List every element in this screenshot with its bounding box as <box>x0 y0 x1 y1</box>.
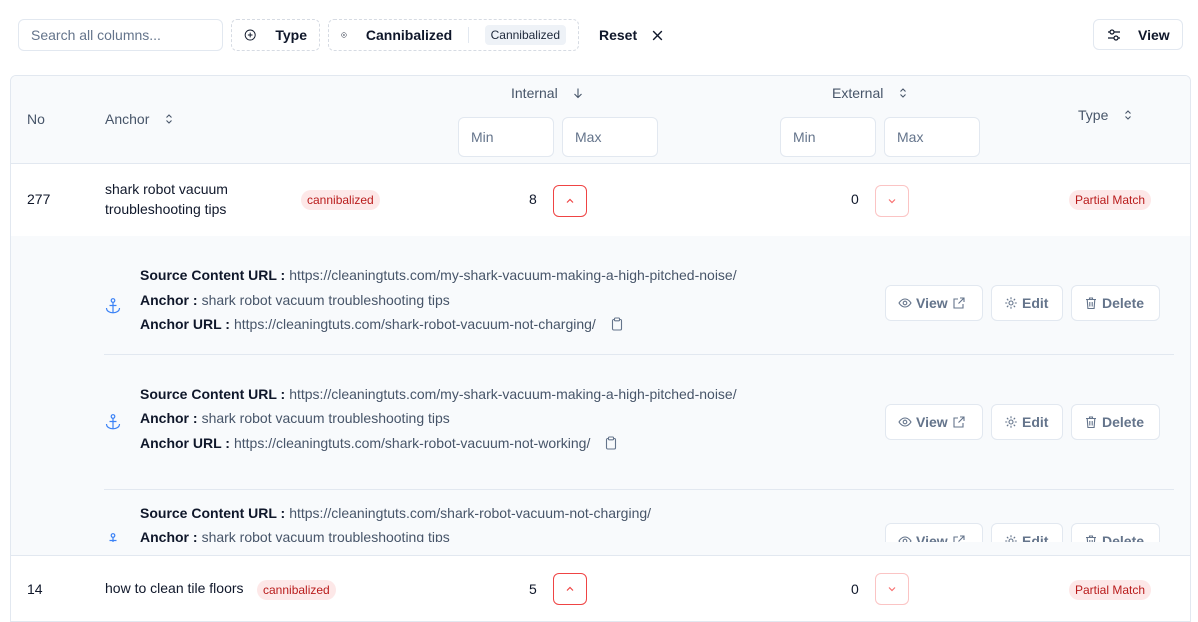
close-icon <box>652 30 663 40</box>
anchor-url-line: Anchor URL : https://cleaningtuts.com/sh… <box>140 316 624 332</box>
anchor-text-line: Anchor : shark robot vacuum troubleshoot… <box>140 529 450 542</box>
external-link-icon <box>953 416 965 428</box>
row-anchor: shark robot vacuum troubleshooting tips <box>105 181 228 217</box>
external-count: 0 <box>851 581 859 597</box>
chevron-down-icon <box>888 587 896 592</box>
internal-count: 8 <box>529 191 537 207</box>
sort-icon <box>166 114 173 124</box>
external-expand-button[interactable] <box>875 573 909 605</box>
column-header-no: No <box>27 111 45 127</box>
source-url[interactable]: https://cleaningtuts.com/my-shark-vacuum… <box>289 386 736 402</box>
cannibalized-filter-button[interactable]: Cannibalized Cannibalized <box>328 19 579 51</box>
external-count: 0 <box>851 191 859 207</box>
source-url-line: Source Content URL : https://cleaningtut… <box>140 505 652 521</box>
edit-link-button[interactable]: Edit <box>991 285 1063 321</box>
column-header-type[interactable]: Type <box>1078 107 1134 123</box>
type-filter-label: Type <box>275 27 307 43</box>
anchor-url[interactable]: https://cleaningtuts.com/shark-robot-vac… <box>234 316 596 332</box>
table-row[interactable]: 14 how to clean tile floors cannibalized… <box>11 556 1190 622</box>
source-url[interactable]: https://cleaningtuts.com/shark-robot-vac… <box>289 505 651 521</box>
internal-max-input[interactable] <box>562 117 658 157</box>
eye-icon <box>898 536 912 542</box>
source-url[interactable]: https://cleaningtuts.com/my-shark-vacuum… <box>289 267 736 283</box>
delete-link-button[interactable]: Delete <box>1071 523 1160 542</box>
edit-link-button[interactable]: Edit <box>991 404 1063 440</box>
table-header: No Anchor Internal External Type <box>11 76 1190 164</box>
column-header-anchor[interactable]: Anchor <box>105 111 175 127</box>
internal-expand-button[interactable] <box>553 573 587 605</box>
view-options-label: View <box>1138 26 1170 43</box>
eye-icon <box>898 298 912 308</box>
plus-circle-icon <box>341 32 347 38</box>
anchor-text-line: Anchor : shark robot vacuum troubleshoot… <box>140 292 450 308</box>
external-link-icon <box>953 535 965 542</box>
cannibalized-filter-label: Cannibalized <box>365 27 453 43</box>
delete-link-button[interactable]: Delete <box>1071 404 1160 440</box>
arrow-down-icon <box>573 88 582 99</box>
external-expand-button[interactable] <box>875 185 909 217</box>
anchor-icon <box>105 414 121 430</box>
row-number: 277 <box>27 191 51 207</box>
clipboard-icon[interactable] <box>604 436 618 450</box>
anchor-icon <box>105 298 121 314</box>
eye-icon <box>898 417 912 427</box>
expanded-links-panel: Source Content URL : https://cleaningtut… <box>11 236 1190 556</box>
toolbar: Type Cannibalized Cannibalized Reset Vie… <box>0 0 1198 70</box>
external-link-icon <box>953 297 965 309</box>
sliders-icon <box>1108 28 1120 41</box>
view-options-button[interactable]: View <box>1093 19 1183 50</box>
anchor-url[interactable]: https://cleaningtuts.com/shark-robot-vac… <box>234 435 590 451</box>
source-url-line: Source Content URL : https://cleaningtut… <box>140 267 737 283</box>
type-filter-button[interactable]: Type <box>231 19 320 51</box>
column-header-internal[interactable]: Internal <box>511 85 584 101</box>
anchor-icon <box>109 533 117 542</box>
gear-icon <box>1005 416 1017 428</box>
trash-icon <box>1086 416 1096 429</box>
view-link-button[interactable]: View <box>885 523 983 542</box>
chevron-up-icon <box>566 198 574 203</box>
internal-count: 5 <box>529 581 537 597</box>
list-item: Source Content URL : https://cleaningtut… <box>104 236 1174 355</box>
sort-icon <box>900 88 907 98</box>
internal-min-input[interactable] <box>458 117 554 157</box>
links-list[interactable]: Source Content URL : https://cleaningtut… <box>88 236 1190 542</box>
reset-button[interactable]: Reset <box>587 19 676 51</box>
sort-icon <box>1125 110 1132 120</box>
links-table: No Anchor Internal External Type 277 sha… <box>10 75 1191 622</box>
edit-link-button[interactable]: Edit <box>991 523 1063 542</box>
chevron-up-icon <box>566 586 574 591</box>
trash-icon <box>1086 535 1096 542</box>
source-url-line: Source Content URL : https://cleaningtut… <box>140 386 737 402</box>
selected-filter-chip: Cannibalized <box>484 25 566 45</box>
cannibalized-badge: cannibalized <box>257 580 336 600</box>
type-badge: Partial Match <box>1069 580 1152 600</box>
search-input[interactable] <box>18 19 223 51</box>
gear-icon <box>1005 297 1017 309</box>
cannibalized-badge: cannibalized <box>301 190 380 210</box>
list-item: Source Content URL : https://cleaningtut… <box>104 371 1174 490</box>
delete-link-button[interactable]: Delete <box>1071 285 1160 321</box>
list-item: Source Content URL : https://cleaningtut… <box>104 490 1174 542</box>
trash-icon <box>1086 297 1096 310</box>
type-badge: Partial Match <box>1069 190 1152 210</box>
anchor-text-line: Anchor : shark robot vacuum troubleshoot… <box>140 410 450 426</box>
anchor-url-line: Anchor URL : https://cleaningtuts.com/sh… <box>140 435 618 451</box>
gear-icon <box>1005 535 1017 542</box>
external-max-input[interactable] <box>884 117 980 157</box>
row-anchor: how to clean tile floors <box>105 580 244 596</box>
chevron-down-icon <box>888 199 896 204</box>
reset-label: Reset <box>599 27 638 43</box>
clipboard-icon[interactable] <box>610 317 624 331</box>
view-link-button[interactable]: View <box>885 404 983 440</box>
external-min-input[interactable] <box>780 117 876 157</box>
row-number: 14 <box>27 581 43 597</box>
view-link-button[interactable]: View <box>885 285 983 321</box>
internal-collapse-button[interactable] <box>553 185 587 217</box>
column-header-external[interactable]: External <box>832 85 909 101</box>
plus-circle-icon <box>244 29 256 41</box>
table-row[interactable]: 277 shark robot vacuum troubleshooting t… <box>11 164 1190 237</box>
